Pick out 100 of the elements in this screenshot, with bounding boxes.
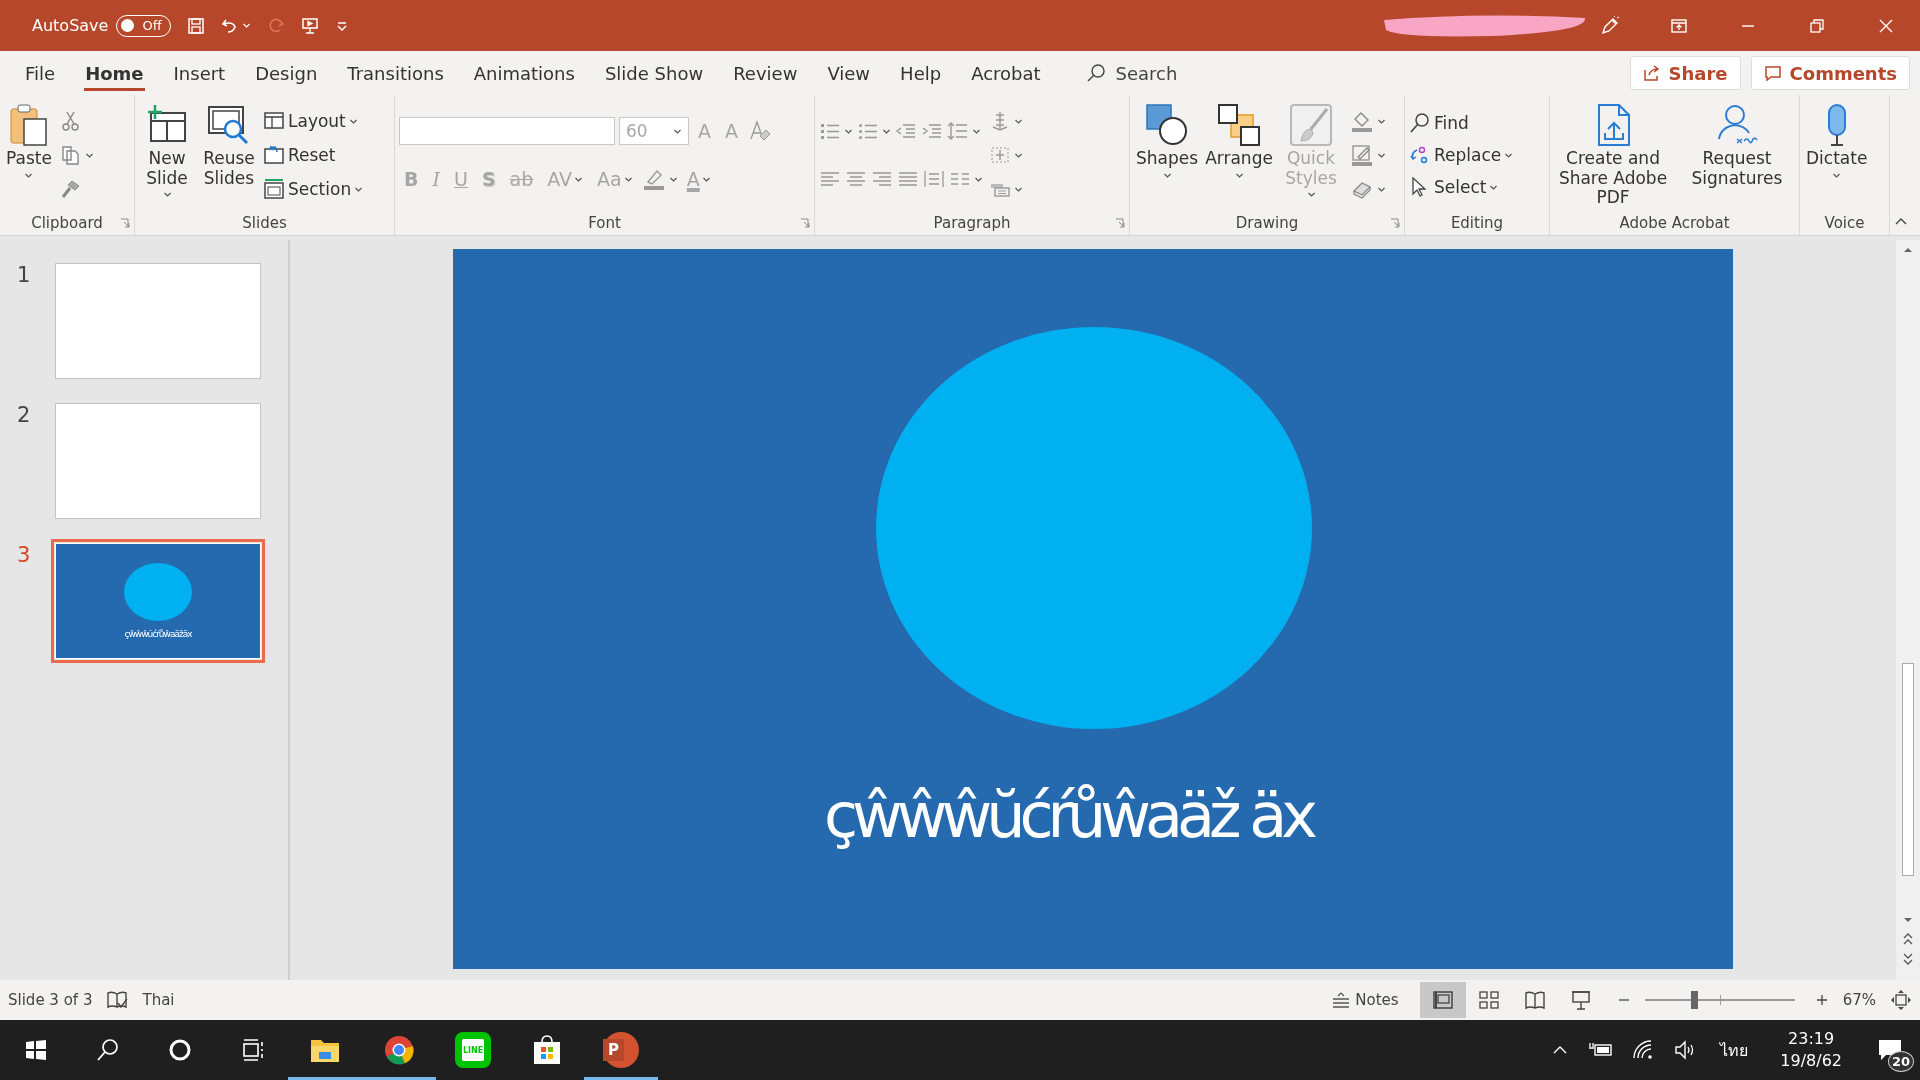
next-slide-icon[interactable]: [1902, 952, 1914, 966]
dictate-button[interactable]: Dictate: [1804, 99, 1870, 184]
comments-button[interactable]: Comments: [1750, 56, 1910, 90]
presentation-app-icon: P: [603, 1032, 639, 1068]
group-label: Font: [588, 214, 621, 232]
highlighter-icon: [641, 167, 666, 191]
slide-thumbnail[interactable]: [55, 403, 261, 519]
pen-icon: [1599, 15, 1620, 36]
group-label: Slides: [242, 214, 287, 232]
ribbon-tab[interactable]: Review: [718, 51, 813, 95]
distributed-icon: [923, 168, 945, 190]
vertical-scrollbar[interactable]: [1896, 240, 1920, 980]
arrange-icon: [1217, 103, 1261, 147]
grid-view-icon: [1477, 989, 1500, 1011]
section-icon: [263, 178, 285, 200]
redo-icon: [266, 16, 285, 35]
clock[interactable]: 23:19 19/8/62: [1780, 1027, 1842, 1073]
slide-number: 3: [17, 543, 32, 567]
search-field[interactable]: Search: [1113, 61, 1268, 85]
group-label: Paragraph: [933, 214, 1011, 232]
save-icon: [186, 16, 205, 35]
autosave-label: AutoSave: [32, 16, 109, 35]
easel-icon: [300, 16, 319, 35]
dialog-launcher-icon: [120, 218, 130, 228]
dialog-launcher-button[interactable]: [1115, 218, 1125, 228]
zoom-in-icon[interactable]: [1814, 993, 1829, 1007]
reset-icon: [263, 144, 285, 166]
windows-logo-icon: [24, 1038, 48, 1062]
ribbon-tab[interactable]: Insert: [158, 51, 241, 95]
group-label: Adobe Acrobat: [1619, 214, 1730, 233]
notes-button[interactable]: Notes: [1331, 990, 1399, 1010]
zoom-slider-thumb[interactable]: [1691, 991, 1699, 1009]
line-app-icon: LINE: [455, 1032, 491, 1068]
eraser-pen-icon: [747, 119, 771, 143]
paste-button[interactable]: Paste: [4, 99, 54, 184]
fit-slide-icon: [1890, 989, 1912, 1011]
reuse-slides-button[interactable]: Reuse Slides: [201, 99, 257, 193]
circle-shape: [124, 563, 192, 621]
slide-thumbnail-text: çŵŵŵŭćŕůŵaäžäx: [124, 629, 192, 639]
notifications-button[interactable]: 20: [1860, 1020, 1920, 1080]
reset-button[interactable]: Reset: [263, 140, 364, 170]
ribbon-tab[interactable]: Acrobat: [956, 51, 1056, 95]
line-spacing-icon: [947, 120, 969, 142]
ribbon-tab[interactable]: Design: [240, 51, 333, 95]
shapes-icon: [1145, 103, 1189, 147]
zoom-percentage[interactable]: 67%: [1842, 991, 1876, 1009]
notification-count: 20: [1887, 1051, 1914, 1072]
open-book-icon: [1523, 989, 1546, 1011]
clock-time: 23:19: [1788, 1027, 1835, 1050]
arrange-button[interactable]: Arrange: [1206, 99, 1272, 184]
create-pdf-button[interactable]: Create and Share Adobe PDF: [1554, 99, 1672, 212]
slide-title-text[interactable]: çŵŵŵŭćŕůŵaäž äx: [824, 779, 1312, 852]
dialog-launcher-icon: [800, 218, 810, 228]
slide-thumbnail[interactable]: [55, 263, 261, 379]
layout-button[interactable]: Layout: [263, 106, 364, 136]
share-arrow-icon: [1642, 64, 1661, 82]
easel-icon: [1569, 989, 1592, 1011]
slide-number: 2: [17, 403, 32, 427]
ribbon-tab[interactable]: Home: [70, 51, 159, 95]
ribbon-tab[interactable]: Help: [885, 51, 957, 95]
slide-number: 1: [17, 263, 32, 287]
previous-slide-icon[interactable]: [1902, 932, 1914, 946]
language-label: Thai: [142, 991, 175, 1009]
chrome-icon: [383, 1034, 415, 1066]
scissors-icon: [59, 110, 82, 132]
dialog-launcher-button[interactable]: [1390, 218, 1400, 228]
accessibility-button[interactable]: [106, 989, 129, 1011]
input-language[interactable]: ไทย: [1720, 1037, 1749, 1063]
book-check-icon: [106, 989, 129, 1011]
search-icon: [1409, 112, 1431, 134]
dialog-launcher-icon: [1115, 218, 1125, 228]
restore-icon: [1808, 17, 1825, 34]
close-icon: [1877, 17, 1894, 34]
section-button[interactable]: Section: [263, 174, 364, 204]
ribbon-tab[interactable]: Slide Show: [589, 51, 719, 95]
powerpoint-taskbar-button[interactable]: P: [584, 1020, 658, 1080]
group-label: Voice: [1824, 214, 1865, 232]
dialog-launcher-button[interactable]: [120, 218, 130, 228]
circle-shape[interactable]: [876, 327, 1312, 729]
layout-icon: [263, 110, 285, 132]
ribbon-tab[interactable]: Transitions: [332, 51, 459, 95]
reuse-slides-icon: [207, 103, 251, 147]
signatures-button[interactable]: Request Signatures: [1678, 99, 1796, 193]
group-label: Drawing: [1235, 214, 1299, 232]
task-view-icon: [240, 1038, 264, 1062]
find-button[interactable]: Find: [1409, 108, 1514, 138]
scrollbar-thumb[interactable]: [1902, 662, 1914, 876]
ribbon-tab[interactable]: File: [10, 51, 71, 95]
select-button[interactable]: Select: [1409, 172, 1514, 202]
shapes-button[interactable]: Shapes: [1134, 99, 1200, 184]
ribbon-tab[interactable]: Animations: [458, 51, 590, 95]
replace-button[interactable]: Replace: [1409, 140, 1514, 170]
ribbon-tab[interactable]: View: [812, 51, 886, 95]
new-slide-button[interactable]: New Slide: [139, 99, 195, 204]
search-icon: [96, 1038, 120, 1062]
zoom-slider[interactable]: [1644, 991, 1795, 1009]
fit-slide-button[interactable]: [1890, 989, 1912, 1011]
clock-date: 19/8/62: [1780, 1050, 1842, 1072]
normal-view-button[interactable]: [1419, 982, 1466, 1018]
share-button[interactable]: Share: [1629, 56, 1741, 90]
